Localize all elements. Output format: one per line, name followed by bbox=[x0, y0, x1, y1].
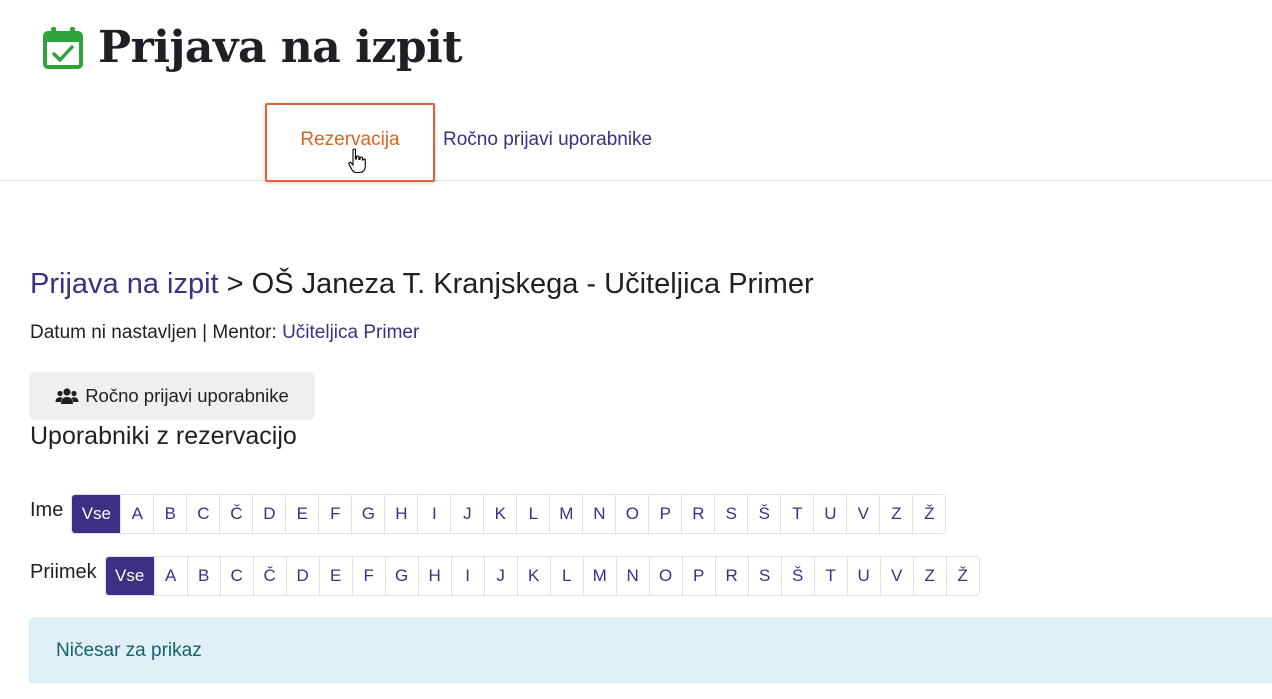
last-name-filter: Priimek Vse A B C Č D E F G H I J K L M N O P R S Š T U V Z Ž bbox=[30, 556, 980, 596]
tab-bar: Rezervacija Ročno prijavi uporabnike bbox=[0, 100, 1272, 182]
first-name-pager: Vse A B C Č D E F G H I J K L M N O P R S Š T U V Z Ž bbox=[71, 494, 947, 534]
first-name-letter-button[interactable]: F bbox=[318, 495, 351, 533]
last-name-pager: Vse A B C Č D E F G H I J K L M N O P R S Š T U V Z Ž bbox=[104, 556, 980, 596]
breadcrumb-link[interactable]: Prijava na izpit bbox=[30, 268, 219, 300]
mentor-label: Mentor: bbox=[212, 322, 277, 343]
last-name-letter-button[interactable]: Z bbox=[912, 557, 946, 595]
last-name-letter-button[interactable]: R bbox=[714, 557, 748, 595]
breadcrumb: Prijava na izpit > OŠ Janeza T. Kranjske… bbox=[30, 268, 814, 301]
first-name-letter-button[interactable]: A bbox=[120, 495, 153, 533]
first-name-letter-button[interactable]: R bbox=[681, 495, 714, 533]
users-icon bbox=[55, 388, 79, 404]
last-name-letter-button[interactable]: B bbox=[186, 557, 220, 595]
first-name-letter-button[interactable]: J bbox=[450, 495, 483, 533]
last-name-letter-button[interactable]: K bbox=[516, 557, 550, 595]
last-name-letter-button[interactable]: D bbox=[285, 557, 319, 595]
first-name-letter-button[interactable]: N bbox=[582, 495, 615, 533]
last-name-letter-button[interactable]: S bbox=[747, 557, 781, 595]
last-name-letter-button[interactable]: P bbox=[681, 557, 715, 595]
mentor-link[interactable]: Učiteljica Primer bbox=[282, 322, 419, 343]
session-meta: Datum ni nastavljen | Mentor: Učiteljica… bbox=[30, 322, 419, 344]
first-name-letter-button[interactable]: C bbox=[186, 495, 219, 533]
first-name-filter: Ime Vse A B C Č D E F G H I J K L M N O P R S Š T U V Z Ž bbox=[30, 494, 947, 534]
last-name-letter-button[interactable]: A bbox=[153, 557, 187, 595]
first-name-letter-button[interactable]: Š bbox=[747, 495, 780, 533]
meta-divider: | bbox=[202, 322, 208, 343]
last-name-letter-button[interactable]: I bbox=[450, 557, 484, 595]
last-name-letter-button[interactable]: F bbox=[351, 557, 385, 595]
manual-enrol-button[interactable]: Ročno prijavi uporabnike bbox=[29, 372, 315, 420]
last-name-letter-button[interactable]: E bbox=[318, 557, 352, 595]
breadcrumb-current: OŠ Janeza T. Kranjskega - Učiteljica Pri… bbox=[251, 268, 814, 300]
first-name-letter-button[interactable]: U bbox=[813, 495, 846, 533]
first-name-letter-button[interactable]: H bbox=[384, 495, 417, 533]
last-name-letter-button[interactable]: Š bbox=[780, 557, 814, 595]
last-name-letter-button[interactable]: T bbox=[813, 557, 847, 595]
section-title: Uporabniki z rezervacijo bbox=[30, 422, 297, 450]
last-name-letter-button[interactable]: C bbox=[219, 557, 253, 595]
last-name-letter-button[interactable]: O bbox=[648, 557, 682, 595]
first-name-letter-button[interactable]: O bbox=[615, 495, 648, 533]
last-name-letter-button[interactable]: L bbox=[549, 557, 583, 595]
first-name-letter-button[interactable]: G bbox=[351, 495, 384, 533]
last-name-letter-button[interactable]: V bbox=[879, 557, 913, 595]
empty-state-alert: Ničesar za prikaz bbox=[29, 618, 1272, 683]
date-status: Datum ni nastavljen bbox=[30, 322, 197, 343]
first-name-letter-button[interactable]: K bbox=[483, 495, 516, 533]
last-name-letter-button[interactable]: J bbox=[483, 557, 517, 595]
last-name-letter-button[interactable]: M bbox=[582, 557, 616, 595]
first-name-letter-button[interactable]: T bbox=[780, 495, 813, 533]
last-name-letter-button[interactable]: N bbox=[615, 557, 649, 595]
first-name-letter-button[interactable]: M bbox=[549, 495, 582, 533]
first-name-letter-button[interactable]: L bbox=[516, 495, 549, 533]
page-header: Prijava na izpit bbox=[42, 22, 463, 74]
first-name-letter-button[interactable]: E bbox=[285, 495, 318, 533]
first-name-letter-button[interactable]: Ž bbox=[912, 495, 945, 533]
first-name-letter-button[interactable]: I bbox=[417, 495, 450, 533]
first-name-letter-button[interactable]: D bbox=[252, 495, 285, 533]
calendar-check-icon bbox=[43, 27, 83, 69]
last-name-filter-label: Priimek bbox=[30, 560, 97, 583]
page-title: Prijava na izpit bbox=[98, 22, 463, 73]
last-name-letter-button[interactable]: U bbox=[846, 557, 880, 595]
last-name-letter-button[interactable]: G bbox=[384, 557, 418, 595]
last-name-all-button[interactable]: Vse bbox=[105, 557, 154, 595]
last-name-letter-button[interactable]: Č bbox=[252, 557, 286, 595]
first-name-letter-button[interactable]: Z bbox=[879, 495, 912, 533]
breadcrumb-separator: > bbox=[226, 268, 244, 300]
first-name-letter-button[interactable]: V bbox=[846, 495, 879, 533]
last-name-letter-button[interactable]: Ž bbox=[945, 557, 979, 595]
last-name-letter-button[interactable]: H bbox=[417, 557, 451, 595]
first-name-letter-button[interactable]: P bbox=[648, 495, 681, 533]
first-name-filter-label: Ime bbox=[30, 498, 64, 521]
hand-pointer-icon bbox=[348, 148, 366, 174]
first-name-letter-button[interactable]: B bbox=[153, 495, 186, 533]
first-name-all-button[interactable]: Vse bbox=[72, 495, 121, 533]
first-name-letter-button[interactable]: Č bbox=[219, 495, 252, 533]
first-name-letter-button[interactable]: S bbox=[714, 495, 747, 533]
manual-enrol-label: Ročno prijavi uporabnike bbox=[85, 385, 289, 406]
tab-manual-enrol[interactable]: Ročno prijavi uporabnike bbox=[443, 100, 652, 180]
